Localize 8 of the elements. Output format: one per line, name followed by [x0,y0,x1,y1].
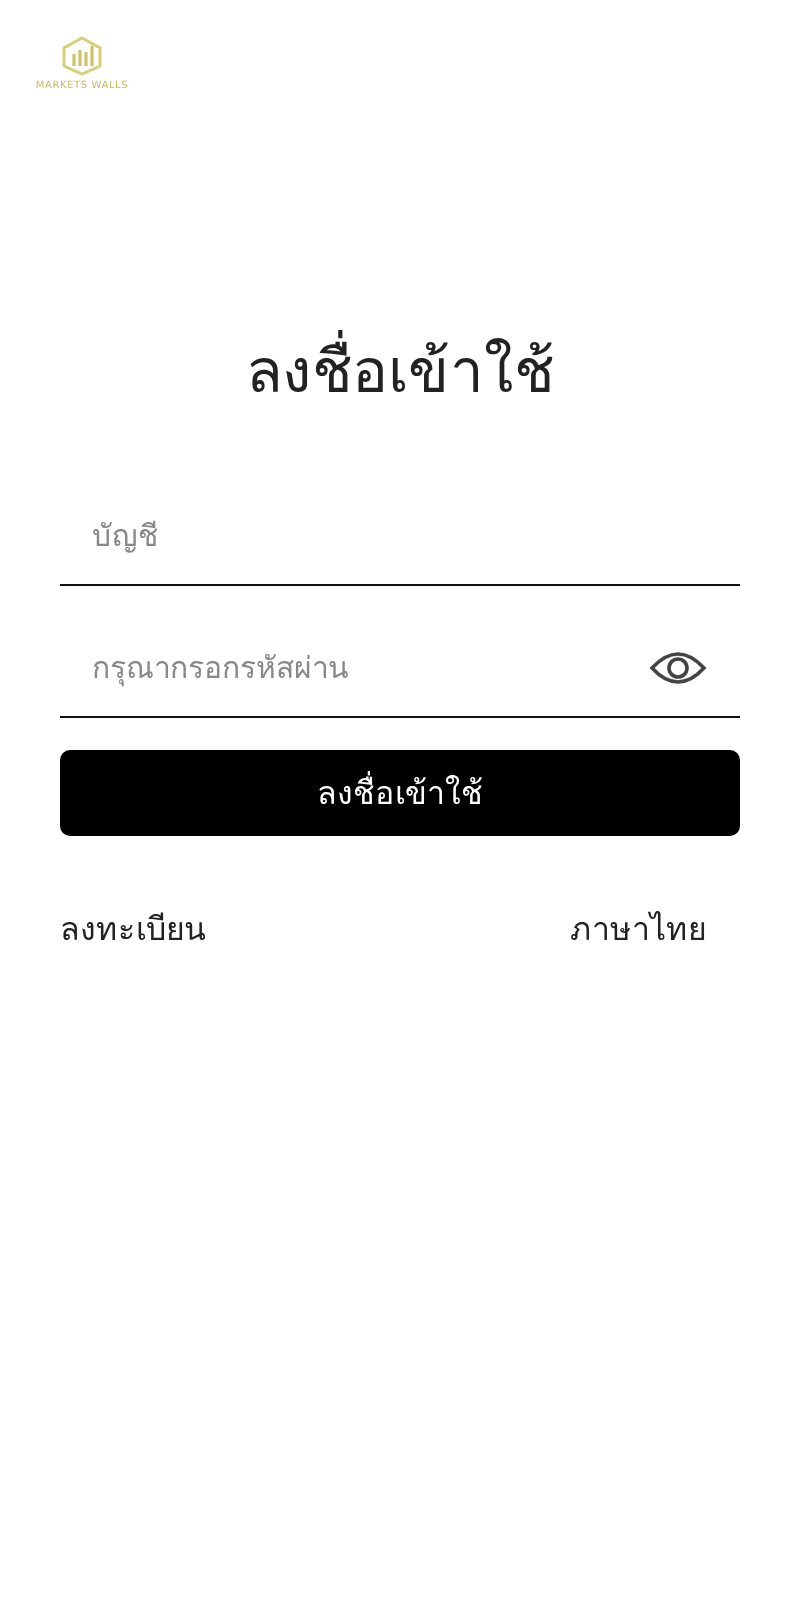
login-button[interactable]: ลงชื่อเข้าใช้ [60,750,740,836]
password-field[interactable]: กรุณากรอกรหัสผ่าน [60,618,740,718]
eye-icon[interactable] [648,648,708,688]
account-field[interactable]: บัญชี [60,486,740,586]
page-title: ลงชื่อเข้าใช้ [60,324,740,418]
logo-icon [60,36,104,76]
language-link[interactable]: ภาษาไทย [570,904,706,954]
register-link[interactable]: ลงทะเบียน [60,904,206,954]
